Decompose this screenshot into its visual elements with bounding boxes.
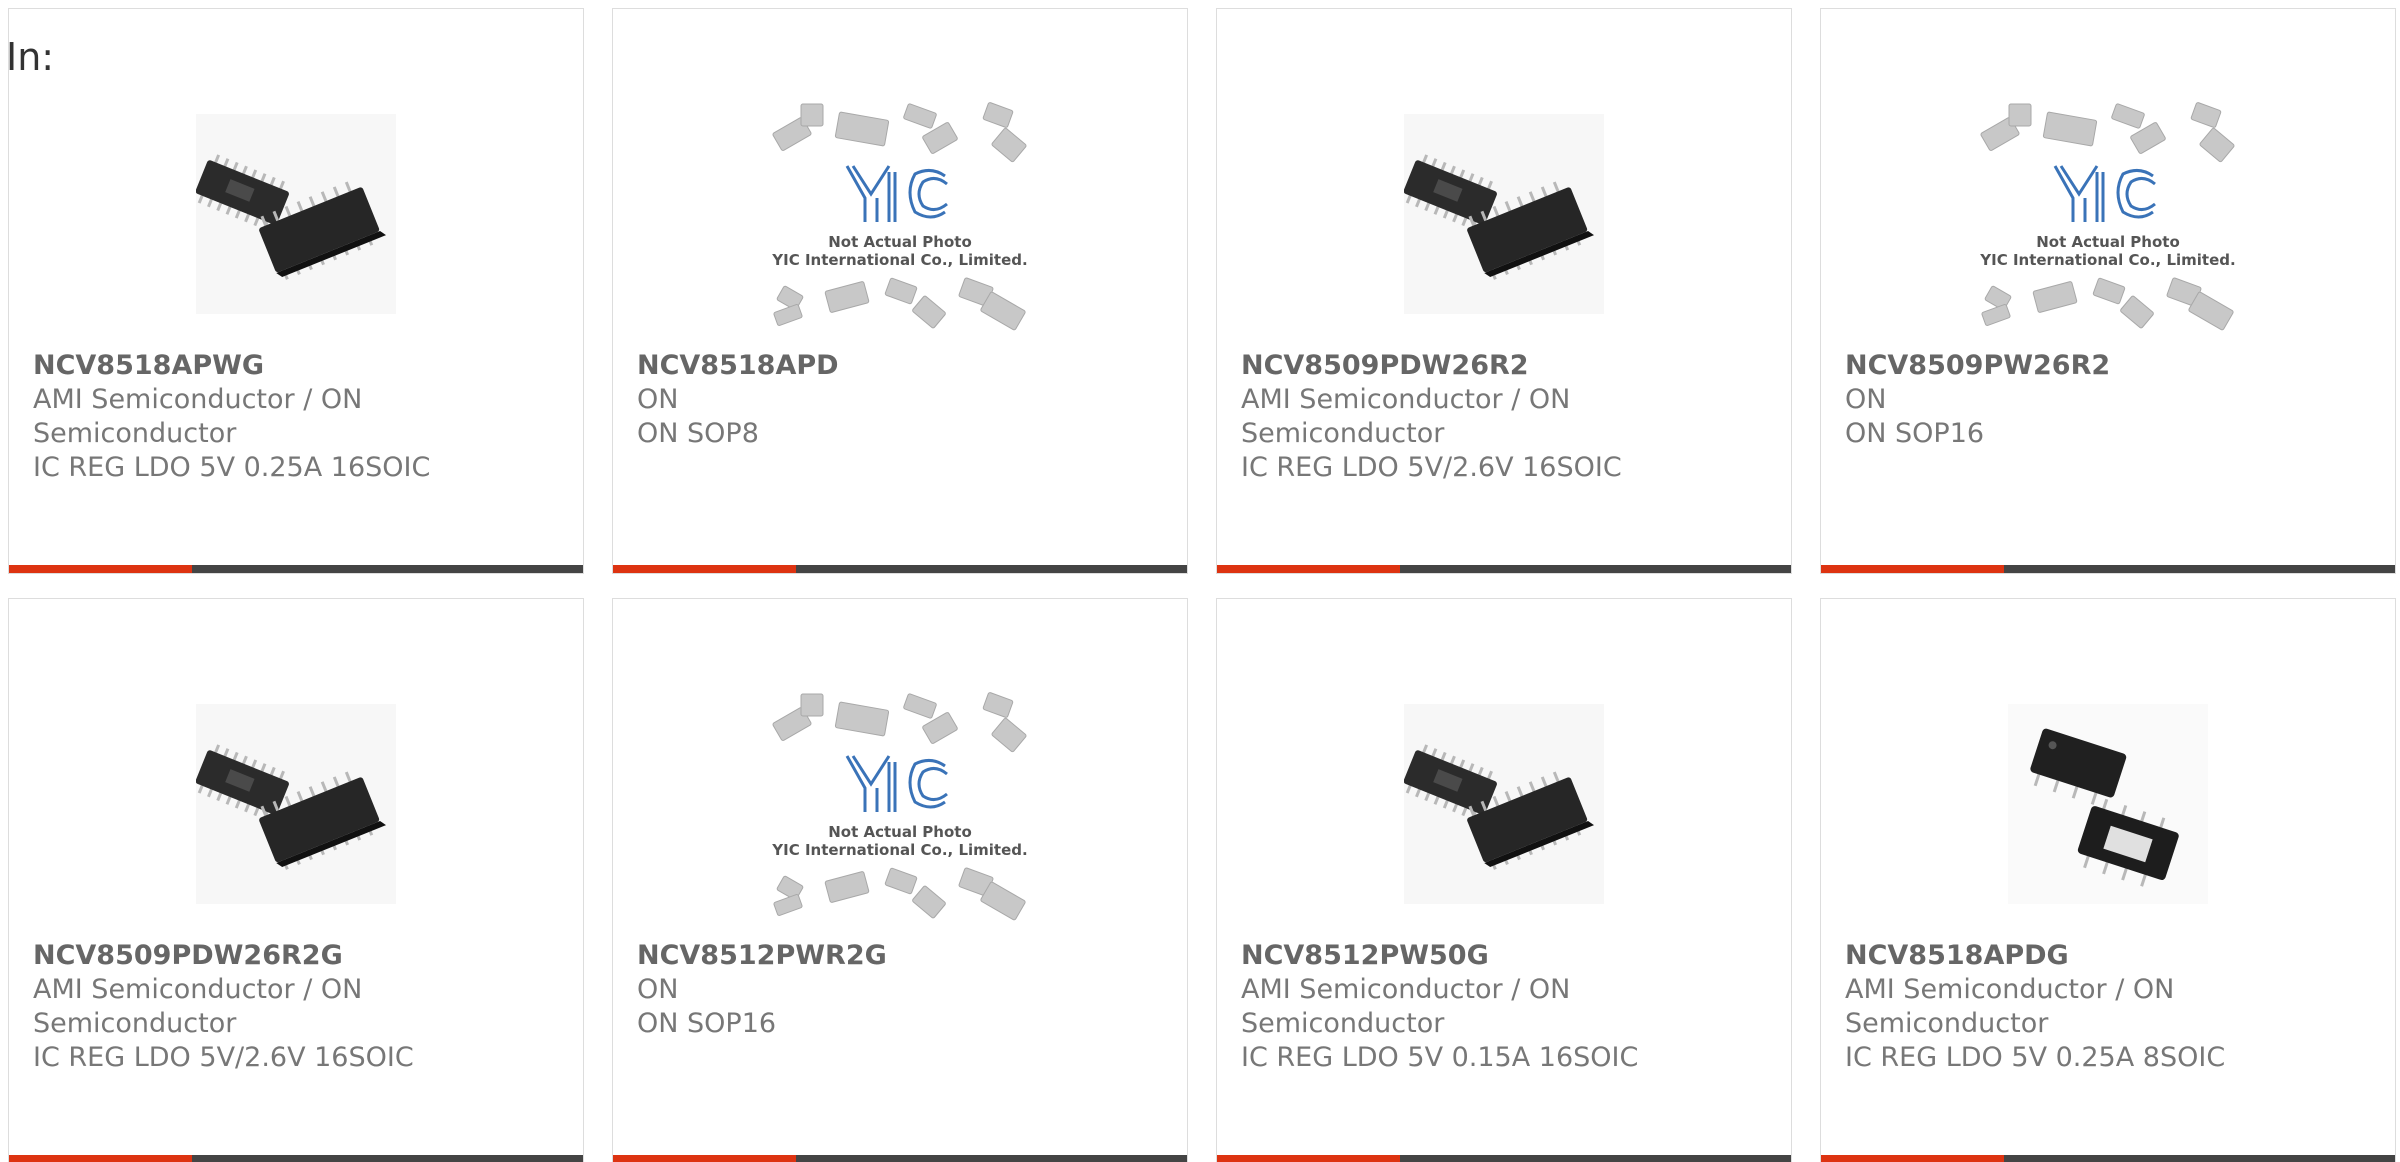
product-description: IC REG LDO 5V 0.25A 16SOIC bbox=[33, 452, 431, 483]
product-image[interactable]: Not Actual Photo YIC International Co., … bbox=[765, 669, 1035, 939]
product-description: ON SOP8 bbox=[637, 418, 759, 449]
part-number-link[interactable]: NCV8518APDG bbox=[1845, 939, 2371, 973]
product-card[interactable]: NCV8512PW50G AMI Semiconductor / ON Semi… bbox=[1216, 598, 1792, 1162]
product-info: NCV8518APWG AMI Semiconductor / ON Semic… bbox=[33, 349, 559, 485]
product-image[interactable] bbox=[1973, 669, 2243, 939]
product-info: NCV8512PWR2G ON ON SOP16 bbox=[637, 939, 1163, 1041]
card-accent-bar bbox=[1217, 565, 1400, 573]
manufacturer-continued: Semiconductor bbox=[1845, 1008, 2049, 1039]
manufacturer-continued: Semiconductor bbox=[1241, 418, 1445, 449]
card-accent-bar bbox=[613, 1155, 796, 1162]
card-bottom-bar bbox=[1821, 565, 2395, 573]
part-number-link[interactable]: NCV8509PDW26R2 bbox=[1241, 349, 1767, 383]
part-number-link[interactable]: NCV8518APWG bbox=[33, 349, 559, 383]
product-info: NCV8509PDW26R2G AMI Semiconductor / ON S… bbox=[33, 939, 559, 1075]
product-description: IC REG LDO 5V 0.25A 8SOIC bbox=[1845, 1042, 2226, 1073]
svg-text:Not Actual Photo: Not Actual Photo bbox=[828, 233, 972, 251]
product-image[interactable] bbox=[161, 669, 431, 939]
product-description: ON SOP16 bbox=[1845, 418, 1985, 449]
product-image[interactable] bbox=[1369, 669, 1639, 939]
product-info: NCV8518APDG AMI Semiconductor / ON Semic… bbox=[1845, 939, 2371, 1075]
manufacturer: AMI Semiconductor / ON bbox=[1241, 384, 1571, 415]
card-bottom-bar bbox=[1217, 565, 1791, 573]
product-image[interactable] bbox=[161, 79, 431, 349]
product-card[interactable]: Not Actual Photo YIC International Co., … bbox=[1820, 8, 2396, 574]
card-bottom-bar bbox=[9, 1155, 583, 1162]
manufacturer: ON bbox=[1845, 384, 1887, 415]
card-accent-bar bbox=[1217, 1155, 1400, 1162]
card-accent-bar bbox=[1821, 1155, 2004, 1162]
svg-text:YIC International Co., Limited: YIC International Co., Limited. bbox=[771, 251, 1027, 269]
product-description: IC REG LDO 5V/2.6V 16SOIC bbox=[33, 1042, 414, 1073]
product-card[interactable]: NCV8518APDG AMI Semiconductor / ON Semic… bbox=[1820, 598, 2396, 1162]
part-number-link[interactable]: NCV8518APD bbox=[637, 349, 1163, 383]
product-image[interactable]: Not Actual Photo YIC International Co., … bbox=[1973, 79, 2243, 349]
product-image[interactable] bbox=[1369, 79, 1639, 349]
card-bottom-bar bbox=[1821, 1155, 2395, 1162]
filter-label: In: bbox=[6, 35, 55, 79]
product-card[interactable]: Not Actual Photo YIC International Co., … bbox=[612, 8, 1188, 574]
manufacturer: ON bbox=[637, 974, 679, 1005]
card-bottom-bar bbox=[613, 565, 1187, 573]
manufacturer: AMI Semiconductor / ON bbox=[1845, 974, 2175, 1005]
part-number-link[interactable]: NCV8512PW50G bbox=[1241, 939, 1767, 973]
card-bottom-bar bbox=[1217, 1155, 1791, 1162]
manufacturer-continued: Semiconductor bbox=[33, 418, 237, 449]
card-bottom-bar bbox=[9, 565, 583, 573]
manufacturer: AMI Semiconductor / ON bbox=[33, 384, 363, 415]
svg-text:Not Actual Photo: Not Actual Photo bbox=[2036, 233, 2180, 251]
product-card[interactable]: Not Actual Photo YIC International Co., … bbox=[612, 598, 1188, 1162]
card-accent-bar bbox=[9, 1155, 192, 1162]
product-image[interactable]: Not Actual Photo YIC International Co., … bbox=[765, 79, 1035, 349]
part-number-link[interactable]: NCV8509PW26R2 bbox=[1845, 349, 2371, 383]
product-card[interactable]: NCV8518APWG AMI Semiconductor / ON Semic… bbox=[8, 8, 584, 574]
card-bottom-bar bbox=[613, 1155, 1187, 1162]
product-card[interactable]: NCV8509PDW26R2 AMI Semiconductor / ON Se… bbox=[1216, 8, 1792, 574]
svg-text:YIC International Co., Limited: YIC International Co., Limited. bbox=[1979, 251, 2235, 269]
svg-text:Not Actual Photo: Not Actual Photo bbox=[828, 823, 972, 841]
product-info: NCV8509PW26R2 ON ON SOP16 bbox=[1845, 349, 2371, 451]
manufacturer-continued: Semiconductor bbox=[1241, 1008, 1445, 1039]
product-info: NCV8509PDW26R2 AMI Semiconductor / ON Se… bbox=[1241, 349, 1767, 485]
manufacturer: AMI Semiconductor / ON bbox=[1241, 974, 1571, 1005]
card-accent-bar bbox=[613, 565, 796, 573]
manufacturer: AMI Semiconductor / ON bbox=[33, 974, 363, 1005]
product-listing-page: In: NCV8518APWG AMI Semiconductor / ON S… bbox=[0, 0, 2400, 1162]
card-accent-bar bbox=[9, 565, 192, 573]
product-card[interactable]: NCV8509PDW26R2G AMI Semiconductor / ON S… bbox=[8, 598, 584, 1162]
product-description: ON SOP16 bbox=[637, 1008, 777, 1039]
manufacturer: ON bbox=[637, 384, 679, 415]
product-info: NCV8512PW50G AMI Semiconductor / ON Semi… bbox=[1241, 939, 1767, 1075]
product-description: IC REG LDO 5V 0.15A 16SOIC bbox=[1241, 1042, 1639, 1073]
product-info: NCV8518APD ON ON SOP8 bbox=[637, 349, 1163, 451]
part-number-link[interactable]: NCV8509PDW26R2G bbox=[33, 939, 559, 973]
product-description: IC REG LDO 5V/2.6V 16SOIC bbox=[1241, 452, 1622, 483]
svg-text:YIC International Co., Limited: YIC International Co., Limited. bbox=[771, 841, 1027, 859]
product-grid: NCV8518APWG AMI Semiconductor / ON Semic… bbox=[8, 8, 2400, 1162]
manufacturer-continued: Semiconductor bbox=[33, 1008, 237, 1039]
part-number-link[interactable]: NCV8512PWR2G bbox=[637, 939, 1163, 973]
card-accent-bar bbox=[1821, 565, 2004, 573]
